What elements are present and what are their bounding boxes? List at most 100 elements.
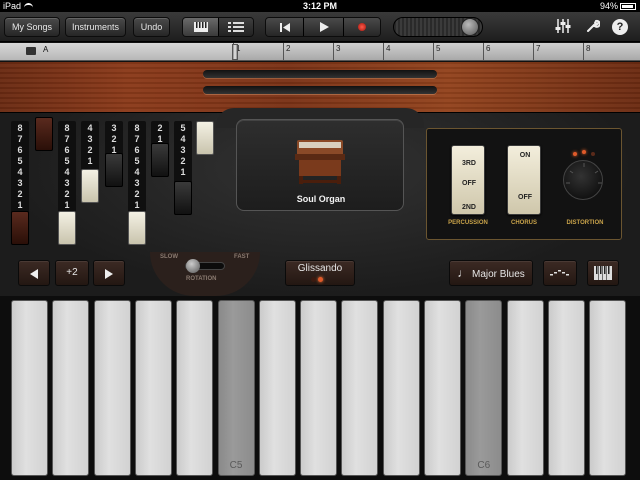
drawbar-number: 3: [17, 178, 23, 188]
piano-key[interactable]: C6: [465, 300, 503, 476]
octave-up-button[interactable]: [93, 260, 125, 286]
drawbar[interactable]: [35, 117, 53, 151]
bar-tick: 5: [433, 43, 440, 60]
percussion-switch[interactable]: 3RD OFF 2ND: [451, 145, 485, 215]
piano-key[interactable]: [52, 300, 90, 476]
drawbar-number: 6: [134, 145, 140, 155]
drawbar-handle[interactable]: [174, 181, 192, 215]
my-songs-button[interactable]: My Songs: [4, 17, 60, 37]
wrench-icon[interactable]: [585, 19, 601, 35]
bar-tick: 6: [483, 43, 490, 60]
speaker-slot: [203, 86, 437, 94]
playhead[interactable]: [232, 44, 238, 60]
drawbar-handle[interactable]: [35, 117, 53, 151]
drawbar-number: 4: [64, 167, 70, 177]
piano-key[interactable]: [547, 300, 585, 476]
piano-key[interactable]: [93, 300, 131, 476]
drawbar-handle[interactable]: [151, 143, 169, 177]
drawbar-handle[interactable]: [11, 211, 29, 245]
record-icon[interactable]: [343, 18, 380, 36]
chorus-bottom: OFF: [518, 194, 532, 201]
drawbar-number: 5: [64, 156, 70, 166]
drawbar-number: 3: [87, 134, 93, 144]
drawbar-number: 5: [134, 156, 140, 166]
drawbar-number: 2: [180, 156, 186, 166]
play-icon[interactable]: [303, 18, 343, 36]
drawbar-number: 3: [180, 145, 186, 155]
arpeggiator-button[interactable]: [543, 260, 577, 286]
percussion-top: 3RD: [461, 160, 476, 167]
distortion-lamp: [582, 150, 586, 154]
drawbar-number: 3: [64, 178, 70, 188]
speaker-slot: [203, 70, 437, 78]
octave-down-button[interactable]: [18, 260, 50, 286]
bar-tick: 3: [333, 43, 340, 60]
drawbar[interactable]: 87654321: [128, 121, 146, 245]
status-battery: 94%: [600, 0, 636, 12]
drawbar-number: 2: [134, 189, 140, 199]
scale-button[interactable]: ♩ Major Blues: [449, 260, 533, 286]
piano-key[interactable]: [382, 300, 420, 476]
bar-tick: 8: [583, 43, 590, 60]
tracks-view-icon[interactable]: [218, 18, 253, 36]
drawbar-number: 7: [17, 134, 23, 144]
piano-key[interactable]: [258, 300, 296, 476]
drawbar-handle[interactable]: [81, 169, 99, 203]
percussion-bottom: 2ND: [461, 204, 476, 211]
piano-key[interactable]: [300, 300, 338, 476]
drawbar[interactable]: 4321: [81, 121, 99, 203]
volume-knob[interactable]: [461, 18, 479, 36]
drawbar[interactable]: 87654321: [11, 121, 29, 245]
drawbar-number: 3: [111, 123, 117, 133]
rotation-fast-label: FAST: [234, 254, 250, 260]
key-label: C6: [477, 460, 491, 471]
drawbar-number: 3: [134, 178, 140, 188]
piano-key[interactable]: [589, 300, 627, 476]
piano-key[interactable]: [424, 300, 461, 476]
preset-display[interactable]: Soul Organ: [236, 119, 404, 211]
mixer-icon[interactable]: [555, 19, 571, 35]
drawbar-handle[interactable]: [58, 211, 76, 245]
drawbar-number: 8: [64, 123, 70, 133]
piano-key[interactable]: [134, 300, 172, 476]
drawbar[interactable]: 321: [105, 121, 123, 187]
distortion-knob[interactable]: [563, 160, 603, 200]
drawbar[interactable]: 21: [151, 121, 169, 177]
help-icon[interactable]: ?: [612, 19, 628, 35]
key-label: C5: [229, 460, 243, 471]
drawbar-number: 2: [111, 134, 117, 144]
rotation-slow-label: SLOW: [160, 254, 178, 260]
glissando-led-on: [318, 277, 323, 282]
glissando-button[interactable]: Glissando: [285, 260, 355, 286]
chorus-switch[interactable]: ON OFF: [507, 145, 541, 215]
piano-key[interactable]: [176, 300, 214, 476]
rewind-icon[interactable]: [266, 18, 303, 36]
rotation-switch-knob[interactable]: [186, 259, 200, 273]
piano-key[interactable]: C5: [217, 300, 255, 476]
drawbar-number: 1: [87, 156, 93, 166]
distortion-lamp: [591, 152, 595, 156]
drawbar-handle[interactable]: [105, 153, 123, 187]
piano-key[interactable]: [506, 300, 544, 476]
timeline-ruler[interactable]: A 1 2 3 4 5 6 7 8: [0, 43, 640, 61]
drawbar-number: 1: [134, 200, 140, 210]
drawbar[interactable]: 54321: [174, 121, 192, 215]
piano-key[interactable]: [11, 300, 48, 476]
bar-tick: 2: [283, 43, 290, 60]
drawbar-handle[interactable]: [128, 211, 146, 245]
octave-value: +2: [55, 260, 89, 286]
undo-button[interactable]: Undo: [133, 17, 170, 37]
drawbar-number: 4: [87, 123, 93, 133]
instruments-button[interactable]: Instruments: [65, 17, 126, 37]
drawbar[interactable]: [196, 121, 214, 155]
drawbar-number: 2: [87, 145, 93, 155]
keyboard-view-icon[interactable]: [183, 18, 218, 36]
piano-key[interactable]: [341, 300, 379, 476]
keyboard-layout-button[interactable]: [587, 260, 619, 286]
drawbar-handle[interactable]: [196, 121, 214, 155]
drawbar-number: 6: [17, 145, 23, 155]
status-time: 3:12 PM: [302, 1, 337, 11]
drawbar[interactable]: 87654321: [58, 121, 76, 245]
drawbar-number: 2: [17, 189, 23, 199]
view-toggle[interactable]: [182, 17, 254, 37]
